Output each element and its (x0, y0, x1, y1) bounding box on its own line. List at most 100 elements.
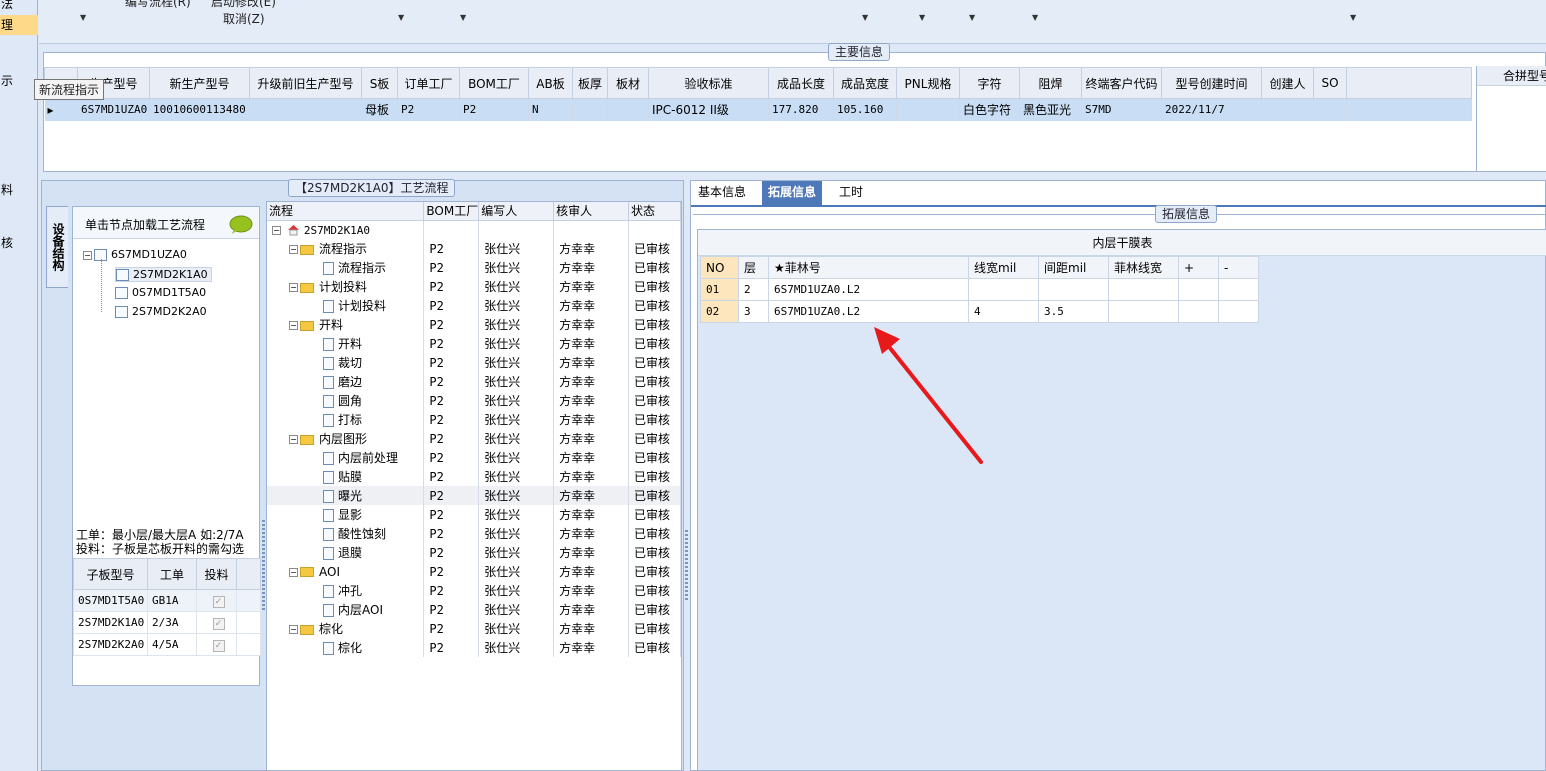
main-col-header[interactable]: PNL规格 (896, 67, 960, 99)
flow-row[interactable]: 贴膜 P2 张仕兴 方幸幸 已审核 (267, 467, 681, 486)
table-cell[interactable]: 2 (738, 278, 769, 301)
feed-checkbox[interactable]: ✓ (212, 618, 225, 630)
collapse-icon[interactable]: − (289, 283, 298, 292)
flow-row[interactable]: − AOI P2 张仕兴 方幸幸 已审核 (267, 562, 681, 581)
flow-row[interactable]: − 开料 P2 张仕兴 方幸幸 已审核 (267, 315, 681, 334)
table-cell[interactable]: 3.5 (1038, 300, 1109, 323)
main-col-header[interactable]: 成品宽度 (833, 67, 897, 99)
flow-row[interactable]: 酸性蚀刻 P2 张仕兴 方幸幸 已审核 (267, 524, 681, 543)
table-row[interactable]: ▸ 6S7MD1UZA0 10010600113480 母板 P2 P2 N IPC-6012… (44, 98, 1472, 121)
splitter-handle[interactable] (262, 520, 265, 610)
flow-row[interactable]: 打标 P2 张仕兴 方幸幸 已审核 (267, 410, 681, 429)
nav-item-2[interactable]: 示 (0, 71, 38, 91)
flow-row[interactable]: 退膜 P2 张仕兴 方幸幸 已审核 (267, 543, 681, 562)
ext-col-header[interactable]: - (1218, 256, 1259, 279)
col-writer[interactable]: 编写人 (478, 202, 555, 221)
main-col-header[interactable]: 新生产型号 (149, 67, 250, 99)
chevron-down-icon[interactable]: ▼ (1032, 13, 1038, 22)
main-col-header[interactable]: S板 (361, 67, 398, 99)
flow-row[interactable]: − 计划投料 P2 张仕兴 方幸幸 已审核 (267, 277, 681, 296)
collapse-icon[interactable]: − (289, 321, 298, 330)
sub-board-row[interactable]: 2S7MD2K1A0 2/3A ✓ (73, 611, 261, 634)
col-sub-model[interactable]: 子板型号 (73, 558, 148, 590)
col-bom[interactable]: BOM工厂 (423, 202, 480, 221)
flow-row[interactable]: 裁切 P2 张仕兴 方幸幸 已审核 (267, 353, 681, 372)
tab-device-structure[interactable]: 设备结构 (46, 206, 68, 288)
table-cell[interactable]: 6S7MD1UZA0.L2 (768, 278, 969, 301)
flow-row[interactable]: 棕化 P2 张仕兴 方幸幸 已审核 (267, 638, 681, 657)
chevron-down-icon[interactable]: ▼ (398, 13, 404, 22)
nav-item-5[interactable]: 核 (0, 233, 38, 253)
table-cell[interactable] (1038, 278, 1109, 301)
flow-row[interactable]: 磨边 P2 张仕兴 方幸幸 已审核 (267, 372, 681, 391)
flow-root[interactable]: − 2S7MD2K1A0 (267, 220, 425, 239)
table-cell[interactable] (968, 278, 1039, 301)
table-cell[interactable] (1218, 300, 1259, 323)
table-cell[interactable] (1178, 278, 1219, 301)
feed-checkbox[interactable]: ✓ (212, 596, 225, 608)
ext-col-header[interactable]: ★菲林号 (768, 256, 969, 279)
main-col-header[interactable]: 板厚 (572, 67, 608, 99)
cancel-button[interactable]: 取消(Z) (223, 10, 265, 27)
sub-board-row[interactable]: 0S7MD1T5A0 GB1A ✓ (73, 589, 261, 612)
flow-row[interactable]: 计划投料 P2 张仕兴 方幸幸 已审核 (267, 296, 681, 315)
col-flow[interactable]: 流程 (267, 202, 425, 221)
chevron-down-icon[interactable]: ▼ (80, 13, 86, 22)
main-col-header[interactable]: 型号创建时间 (1161, 67, 1262, 99)
table-cell[interactable] (1218, 278, 1259, 301)
device-tree-node[interactable]: 2S7MD2K2A0 (115, 305, 207, 318)
flow-row[interactable]: 显影 P2 张仕兴 方幸幸 已审核 (267, 505, 681, 524)
main-col-header[interactable]: 创建人 (1261, 67, 1314, 99)
table-cell[interactable]: 3 (738, 300, 769, 323)
col-feed[interactable]: 投料 (196, 558, 237, 590)
table-cell[interactable]: 01 (700, 278, 739, 301)
tab-extended-info[interactable]: 拓展信息 (762, 181, 823, 205)
ext-row[interactable]: 01 2 6S7MD1UZA0.L2 (700, 278, 1259, 301)
main-col-header[interactable]: 升级前旧生产型号 (249, 67, 362, 99)
table-cell[interactable] (1178, 300, 1219, 323)
ext-col-header[interactable]: NO (700, 256, 739, 279)
flow-row[interactable]: − 流程指示 P2 张仕兴 方幸幸 已审核 (267, 239, 681, 258)
collapse-icon[interactable]: − (83, 250, 92, 260)
edit-flow-button[interactable]: 编写流程(R) (125, 0, 191, 10)
tab-basic-info[interactable]: 基本信息 (692, 181, 752, 205)
feed-checkbox[interactable]: ✓ (212, 640, 225, 652)
main-col-header[interactable]: 验收标准 (648, 67, 769, 99)
flow-row[interactable]: 内层前处理 P2 张仕兴 方幸幸 已审核 (267, 448, 681, 467)
ext-col-header[interactable]: 间距mil (1038, 256, 1109, 279)
main-col-header[interactable]: SO (1313, 67, 1347, 99)
main-col-header[interactable]: 字符 (959, 67, 1020, 99)
main-col-header[interactable] (1346, 67, 1472, 99)
splitter-handle[interactable] (685, 530, 688, 600)
sub-board-row[interactable]: 2S7MD2K2A0 4/5A ✓ (73, 633, 261, 656)
flow-row[interactable]: − 内层图形 P2 张仕兴 方幸幸 已审核 (267, 429, 681, 448)
main-col-header[interactable]: 终端客户代码 (1081, 67, 1162, 99)
chevron-down-icon[interactable]: ▼ (969, 13, 975, 22)
nav-item-1[interactable]: 理 (0, 15, 38, 35)
table-cell[interactable] (1108, 300, 1179, 323)
col-reviewer[interactable]: 核审人 (553, 202, 629, 221)
chevron-down-icon[interactable]: ▼ (460, 13, 466, 22)
ext-col-header[interactable]: 菲林线宽 (1108, 256, 1179, 279)
start-modify-button[interactable]: 启动修改(E) (211, 0, 276, 10)
collapse-icon[interactable]: − (289, 435, 298, 444)
main-col-header[interactable]: 成品长度 (768, 67, 834, 99)
collapse-icon[interactable]: − (289, 567, 298, 577)
chevron-down-icon[interactable]: ▼ (862, 13, 868, 22)
flow-row[interactable]: 内层AOI P2 张仕兴 方幸幸 已审核 (267, 600, 681, 619)
flow-row[interactable]: 曝光 P2 张仕兴 方幸幸 已审核 (267, 486, 681, 505)
collapse-icon[interactable]: − (289, 625, 298, 634)
table-cell[interactable]: 02 (700, 300, 739, 323)
device-tree-node[interactable]: 0S7MD1T5A0 (115, 286, 206, 299)
chevron-down-icon[interactable]: ▼ (1350, 13, 1356, 22)
collapse-icon[interactable]: − (272, 225, 281, 235)
nav-item-0[interactable]: 法 (0, 0, 38, 14)
main-col-header[interactable]: AB板 (528, 67, 573, 99)
flow-row[interactable]: 开料 P2 张仕兴 方幸幸 已审核 (267, 334, 681, 353)
main-col-header[interactable]: 订单工厂 (397, 67, 460, 99)
flow-row[interactable]: 流程指示 P2 张仕兴 方幸幸 已审核 (267, 258, 681, 277)
chevron-down-icon[interactable]: ▼ (919, 13, 925, 22)
flow-row[interactable]: − 棕化 P2 张仕兴 方幸幸 已审核 (267, 619, 681, 638)
flow-row[interactable]: 冲孔 P2 张仕兴 方幸幸 已审核 (267, 581, 681, 600)
device-tree-root[interactable]: −6S7MD1UZA0 (83, 248, 187, 261)
